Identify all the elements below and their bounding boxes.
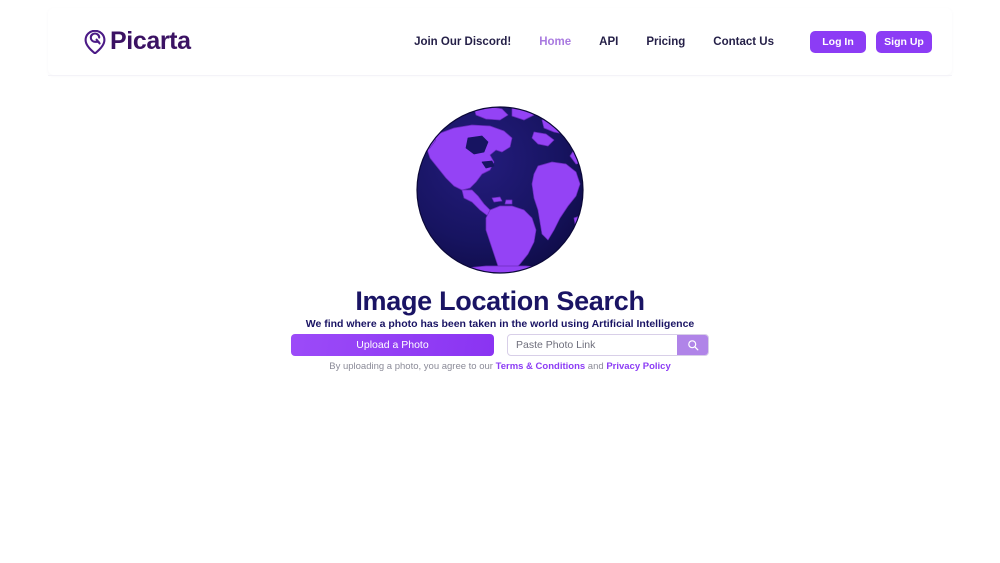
nav-link-discord[interactable]: Join Our Discord!: [400, 30, 525, 54]
nav-link-pricing[interactable]: Pricing: [632, 30, 699, 54]
header-divider: [48, 75, 952, 76]
brand-logo[interactable]: Picarta: [84, 29, 191, 54]
sign-up-button[interactable]: Sign Up: [876, 31, 932, 53]
map-pin-swirl-icon: [84, 30, 106, 54]
disclaimer-separator: and: [585, 361, 606, 372]
upload-photo-button[interactable]: Upload a Photo: [291, 334, 494, 356]
search-icon: [687, 339, 699, 351]
globe-americas-icon: [416, 106, 584, 274]
photo-link-search-group: [507, 334, 709, 356]
log-in-button[interactable]: Log In: [810, 31, 866, 53]
hero-subtitle: We find where a photo has been taken in …: [0, 318, 1000, 330]
main-navigation: Join Our Discord! Home API Pricing Conta…: [400, 30, 932, 54]
terms-and-conditions-link[interactable]: Terms & Conditions: [496, 361, 586, 372]
page-title: Image Location Search: [0, 286, 1000, 317]
privacy-policy-link[interactable]: Privacy Policy: [606, 361, 670, 372]
page-root: Picarta Join Our Discord! Home API Prici…: [0, 0, 1000, 563]
action-row: Upload a Photo: [291, 334, 709, 356]
brand-name: Picarta: [110, 29, 191, 54]
site-header: Picarta Join Our Discord! Home API Prici…: [48, 8, 952, 75]
legal-disclaimer: By uploading a photo, you agree to our T…: [0, 361, 1000, 372]
nav-link-home[interactable]: Home: [525, 30, 585, 54]
nav-link-contact-us[interactable]: Contact Us: [699, 30, 788, 54]
disclaimer-prefix: By uploading a photo, you agree to our: [329, 361, 495, 372]
photo-link-input[interactable]: [508, 335, 677, 355]
search-button[interactable]: [677, 335, 708, 355]
auth-buttons: Log In Sign Up: [810, 31, 932, 53]
nav-link-api[interactable]: API: [585, 30, 632, 54]
